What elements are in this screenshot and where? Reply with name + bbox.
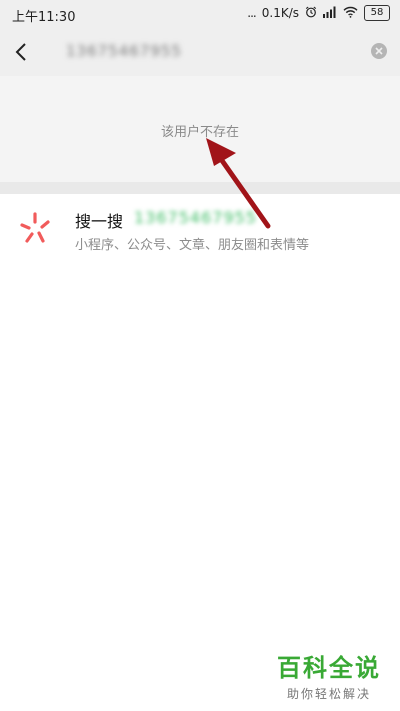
status-indicators: ... 0.1K/s 58 (247, 5, 390, 21)
watermark-title: 百科全说 (277, 654, 381, 682)
status-bar: 上午11:30 ... 0.1K/s 58 (0, 0, 400, 28)
result-subtitle: 小程序、公众号、文章、朋友圈和表情等 (75, 238, 310, 253)
search-header: 13675467955 (0, 28, 400, 76)
network-speed: 0.1K/s (261, 6, 299, 20)
search-input[interactable]: 13675467955 (66, 42, 182, 60)
battery-indicator: 58 (364, 5, 390, 21)
section-divider (0, 182, 400, 194)
back-icon[interactable] (10, 40, 34, 64)
watermark-subtitle: 助你轻松解决 (286, 687, 371, 701)
status-time: 上午11:30 (12, 10, 76, 25)
search-logo-icon (18, 210, 54, 246)
clear-icon[interactable] (370, 42, 388, 60)
result-query-highlight: 13675467955 (134, 208, 257, 227)
watermark: 百科全说 助你轻松解决 (266, 648, 392, 702)
result-title: 搜一搜 (75, 212, 124, 231)
more-dots-icon: ... (247, 6, 257, 20)
alarm-icon (305, 6, 317, 21)
signal-icon (323, 6, 337, 21)
search-one-search-result[interactable]: 搜一搜 13675467955 小程序、公众号、文章、朋友圈和表情等 (0, 194, 400, 274)
notice-area: 该用户不存在 (0, 76, 400, 182)
user-not-found-message: 该用户不存在 (160, 125, 239, 140)
wifi-icon (343, 6, 358, 21)
